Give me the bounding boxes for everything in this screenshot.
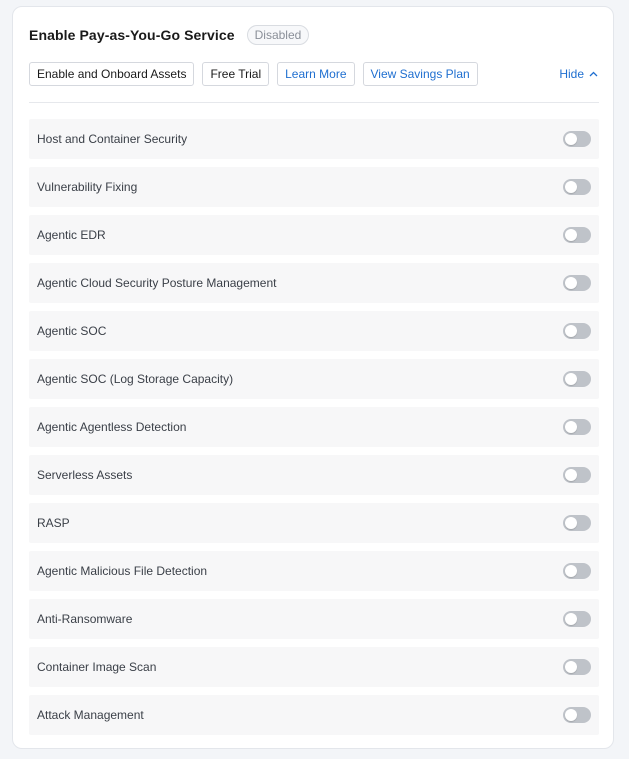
toggle-knob bbox=[565, 517, 577, 529]
free-trial-button[interactable]: Free Trial bbox=[202, 62, 270, 86]
toggle-knob bbox=[565, 469, 577, 481]
service-label: Agentic EDR bbox=[37, 228, 106, 242]
chevron-up-icon bbox=[589, 71, 598, 77]
service-label: Agentic SOC bbox=[37, 324, 107, 338]
service-label: Agentic Malicious File Detection bbox=[37, 564, 208, 578]
service-row: Agentic SOC (Log Storage Capacity) bbox=[29, 359, 599, 399]
service-toggle[interactable] bbox=[563, 227, 591, 243]
service-row: Agentic Cloud Security Posture Managemen… bbox=[29, 263, 599, 303]
service-label: Vulnerability Fixing bbox=[37, 180, 138, 194]
card-header: Enable Pay-as-You-Go Service Disabled bbox=[29, 25, 310, 45]
toggle-knob bbox=[565, 565, 577, 577]
service-label: Serverless Assets bbox=[37, 468, 133, 482]
service-label: Anti-Ransomware bbox=[37, 612, 133, 626]
toggle-knob bbox=[565, 229, 577, 241]
service-toggle[interactable] bbox=[563, 515, 591, 531]
service-row: Host and Container Security bbox=[29, 119, 599, 159]
action-bar: Enable and Onboard Assets Free Trial Lea… bbox=[29, 62, 599, 86]
hide-toggle[interactable]: Hide bbox=[559, 67, 599, 81]
toggle-knob bbox=[565, 133, 577, 145]
service-row: Agentic Agentless Detection bbox=[29, 407, 599, 447]
toggle-knob bbox=[565, 661, 577, 673]
service-toggle[interactable] bbox=[563, 275, 591, 291]
service-toggle[interactable] bbox=[563, 131, 591, 147]
service-row: RASP bbox=[29, 503, 599, 543]
service-label: Container Image Scan bbox=[37, 660, 157, 674]
service-label: Attack Management bbox=[37, 708, 144, 722]
toggle-knob bbox=[565, 181, 577, 193]
toggle-knob bbox=[565, 277, 577, 289]
service-label: Agentic SOC (Log Storage Capacity) bbox=[37, 372, 234, 386]
status-badge: Disabled bbox=[246, 25, 310, 45]
service-row: Anti-Ransomware bbox=[29, 599, 599, 639]
service-list: Host and Container Security Vulnerability… bbox=[29, 119, 599, 743]
service-toggle[interactable] bbox=[563, 563, 591, 579]
learn-more-button[interactable]: Learn More bbox=[277, 62, 355, 86]
divider bbox=[29, 102, 599, 103]
service-toggle[interactable] bbox=[563, 323, 591, 339]
service-row: Serverless Assets bbox=[29, 455, 599, 495]
toggle-knob bbox=[565, 709, 577, 721]
pay-as-you-go-card: Enable Pay-as-You-Go Service Disabled En… bbox=[12, 6, 614, 749]
service-row: Attack Management bbox=[29, 695, 599, 735]
service-label: RASP bbox=[37, 516, 70, 530]
view-savings-plan-button[interactable]: View Savings Plan bbox=[362, 62, 478, 86]
service-row: Agentic Malicious File Detection bbox=[29, 551, 599, 591]
toggle-knob bbox=[565, 421, 577, 433]
service-label: Agentic Agentless Detection bbox=[37, 420, 187, 434]
service-label: Agentic Cloud Security Posture Managemen… bbox=[37, 276, 277, 290]
toggle-knob bbox=[565, 613, 577, 625]
service-toggle[interactable] bbox=[563, 179, 591, 195]
service-toggle[interactable] bbox=[563, 371, 591, 387]
toggle-knob bbox=[565, 325, 577, 337]
service-row: Agentic EDR bbox=[29, 215, 599, 255]
service-row: Vulnerability Fixing bbox=[29, 167, 599, 207]
service-toggle[interactable] bbox=[563, 707, 591, 723]
hide-label: Hide bbox=[559, 67, 584, 81]
toggle-knob bbox=[565, 373, 577, 385]
service-toggle[interactable] bbox=[563, 659, 591, 675]
service-label: Host and Container Security bbox=[37, 132, 188, 146]
enable-onboard-assets-button[interactable]: Enable and Onboard Assets bbox=[29, 62, 195, 86]
service-toggle[interactable] bbox=[563, 611, 591, 627]
service-toggle[interactable] bbox=[563, 467, 591, 483]
service-toggle[interactable] bbox=[563, 419, 591, 435]
card-title: Enable Pay-as-You-Go Service bbox=[29, 27, 235, 43]
service-row: Container Image Scan bbox=[29, 647, 599, 687]
service-row: Agentic SOC bbox=[29, 311, 599, 351]
